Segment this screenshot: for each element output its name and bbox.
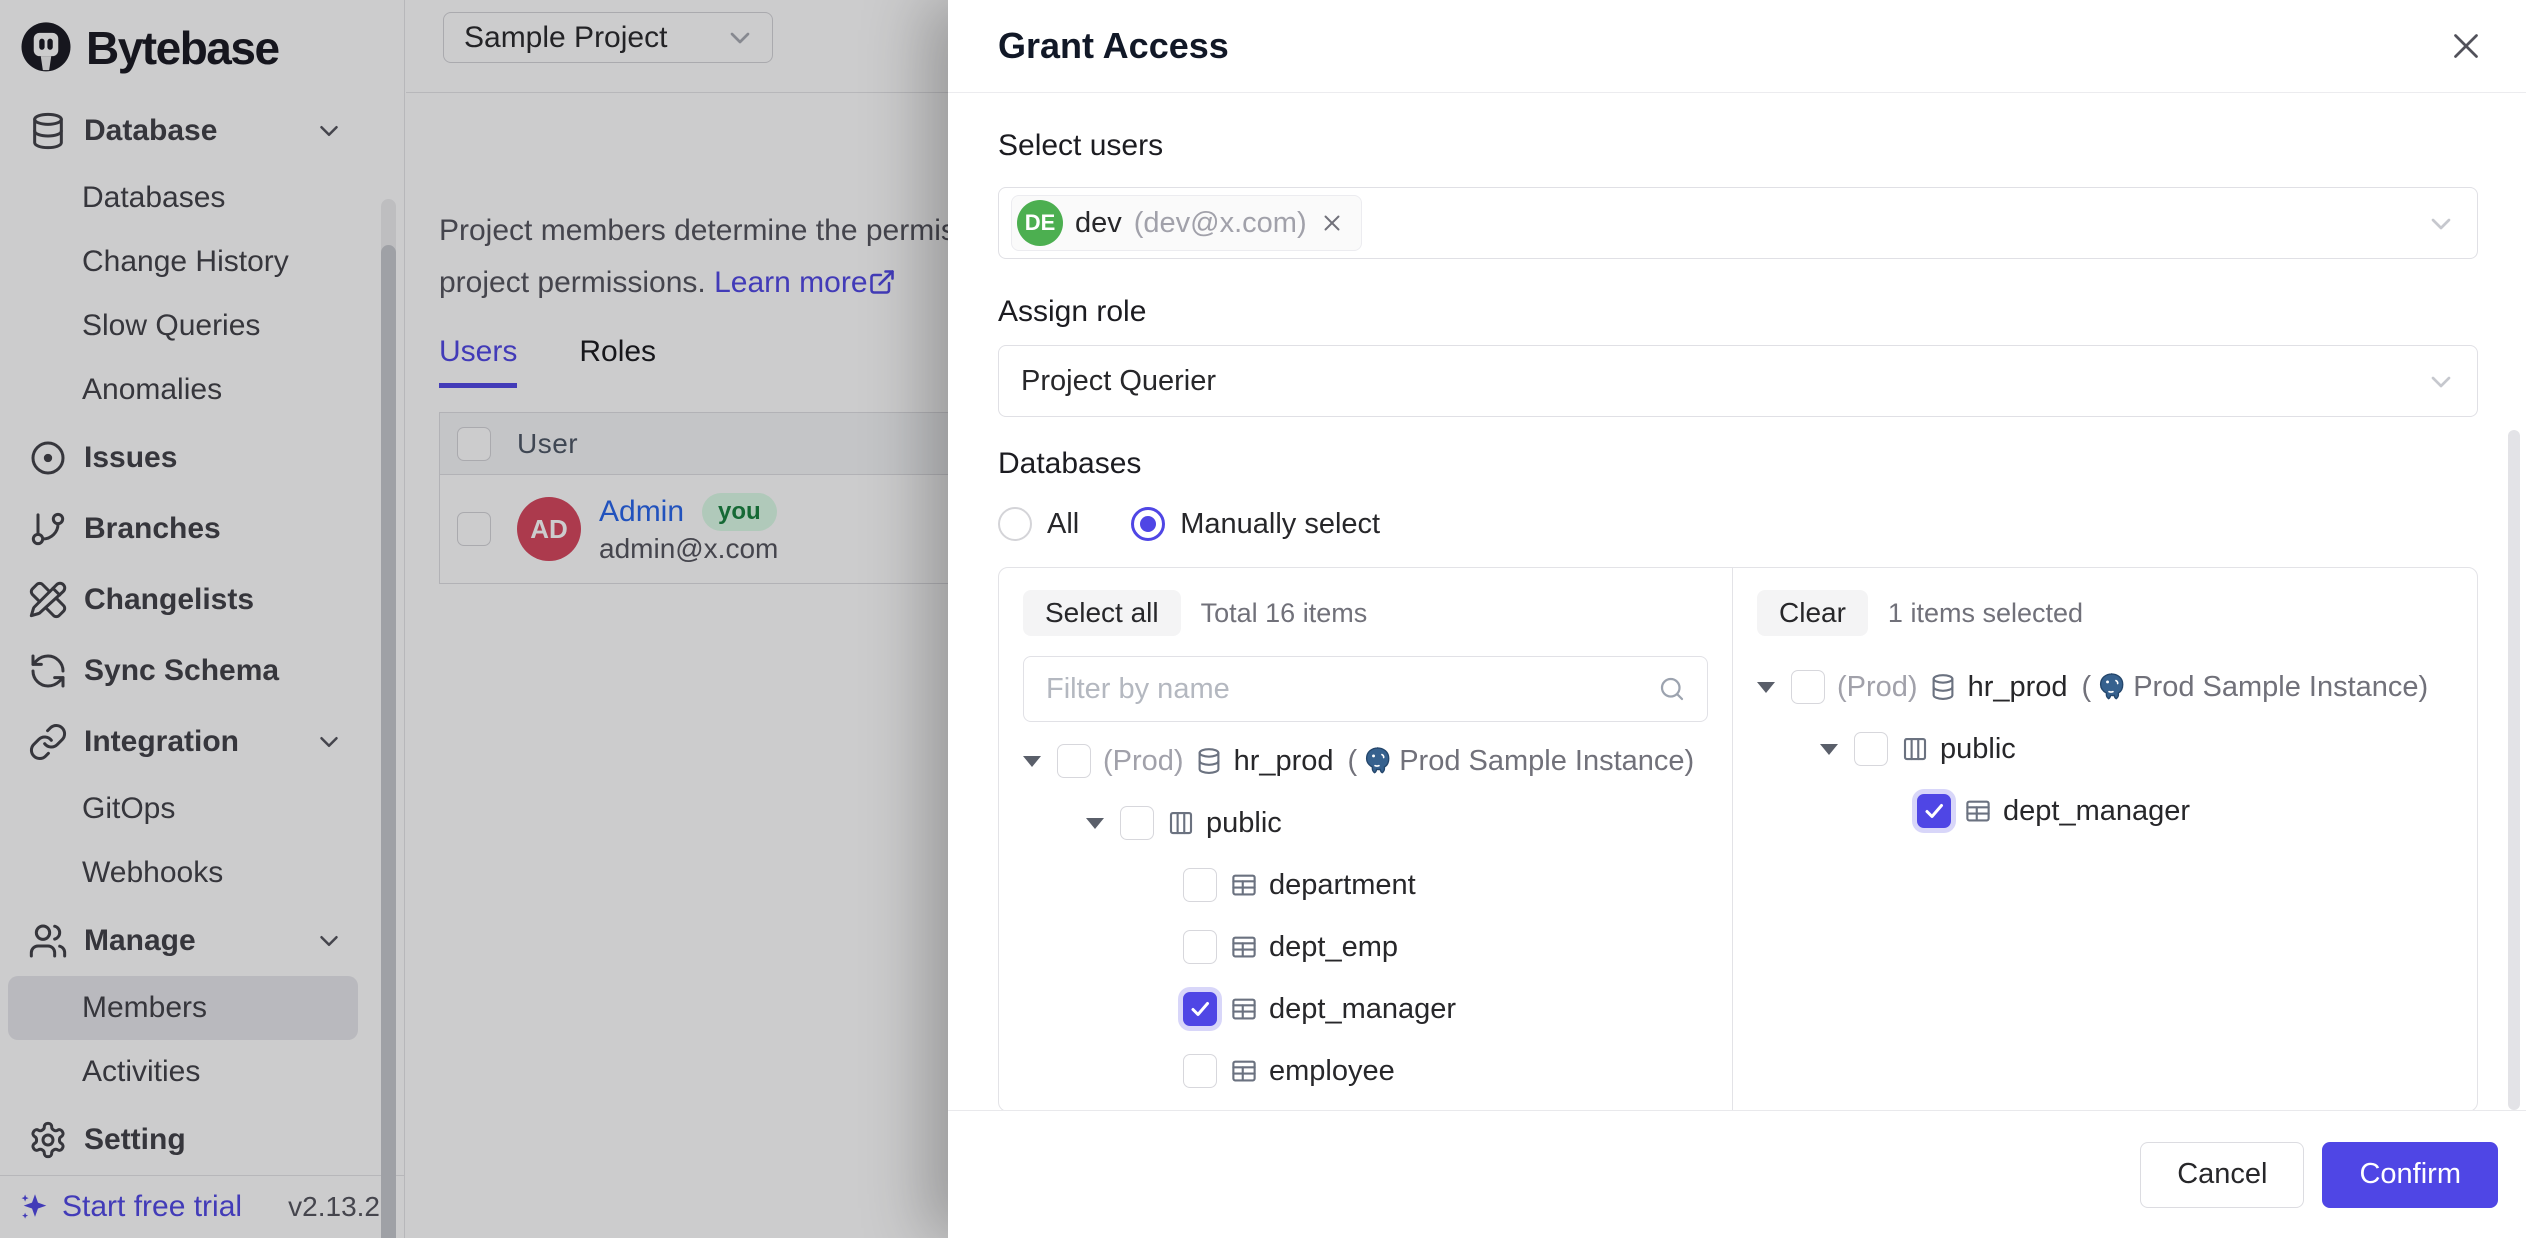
modal-header: Grant Access <box>948 0 2526 93</box>
table-icon <box>1229 994 1259 1024</box>
target-tree: (Prod) hr_prod ( Prod Sample Instance) <box>1733 656 2477 842</box>
filter-input[interactable]: Filter by name <box>1023 656 1708 722</box>
filter-placeholder: Filter by name <box>1046 673 1230 706</box>
avatar: DE <box>1017 200 1063 246</box>
assign-role-label: Assign role <box>998 295 2478 329</box>
clear-button[interactable]: Clear <box>1757 590 1868 636</box>
role-select-value: Project Querier <box>1021 365 1216 398</box>
tree-row-table[interactable]: dept_manager <box>1149 978 1732 1040</box>
tree-checkbox[interactable] <box>1183 930 1217 964</box>
radio-manually-select[interactable]: Manually select <box>1131 507 1380 541</box>
radio-circle[interactable] <box>998 507 1032 541</box>
chevron-down-icon <box>2425 366 2457 398</box>
postgresql-icon <box>2095 671 2127 703</box>
tree-row-table[interactable]: employee <box>1149 1040 1732 1102</box>
radio-all[interactable]: All <box>998 507 1079 541</box>
transfer-target-panel: Clear 1 items selected (Prod) hr_prod ( … <box>1733 568 2477 1111</box>
expand-arrow-icon[interactable] <box>1757 682 1791 693</box>
schema-icon <box>1900 734 1930 764</box>
user-chip: DE dev (dev@x.com) <box>1011 195 1362 251</box>
close-icon[interactable] <box>2448 28 2484 64</box>
radio-circle-selected[interactable] <box>1131 507 1165 541</box>
grant-access-modal: Grant Access Select users DE dev (dev@x.… <box>948 0 2526 1238</box>
chevron-down-icon <box>2425 208 2457 240</box>
tree-checkbox[interactable] <box>1057 744 1091 778</box>
tree-checkbox[interactable] <box>1791 670 1825 704</box>
expand-arrow-icon[interactable] <box>1086 818 1120 829</box>
cancel-button[interactable]: Cancel <box>2140 1142 2304 1208</box>
modal-scrollbar-thumb[interactable] <box>2508 430 2520 1110</box>
tree-row-instance[interactable]: (Prod) hr_prod ( Prod Sample Instance) <box>1757 656 2477 718</box>
user-multiselect[interactable]: DE dev (dev@x.com) <box>998 187 2478 259</box>
tree-row-schema[interactable]: public <box>1820 718 2477 780</box>
modal-footer: Cancel Confirm <box>948 1110 2526 1238</box>
tree-checkbox-checked[interactable] <box>1917 794 1951 828</box>
schema-icon <box>1166 808 1196 838</box>
tree-row-table[interactable]: dept_emp <box>1149 916 1732 978</box>
table-icon <box>1229 1056 1259 1086</box>
selected-items-label: 1 items selected <box>1888 598 2083 629</box>
remove-chip-icon[interactable] <box>1319 210 1345 236</box>
confirm-button[interactable]: Confirm <box>2322 1142 2498 1208</box>
tree-checkbox-checked[interactable] <box>1183 992 1217 1026</box>
select-users-label: Select users <box>998 129 2478 163</box>
modal-body: Select users DE dev (dev@x.com) Assign r… <box>948 129 2526 1112</box>
tree-row-schema[interactable]: public <box>1086 792 1732 854</box>
tree-row-table[interactable]: dept_manager <box>1883 780 2477 842</box>
search-icon <box>1657 674 1687 704</box>
modal-title: Grant Access <box>998 25 1229 67</box>
total-items-label: Total 16 items <box>1201 598 1368 629</box>
transfer-source-panel: Select all Total 16 items Filter by name… <box>999 568 1733 1111</box>
database-icon <box>1194 746 1224 776</box>
tree-checkbox[interactable] <box>1854 732 1888 766</box>
database-icon <box>1928 672 1958 702</box>
database-scope-radios: All Manually select <box>998 507 2478 541</box>
source-tree: (Prod) hr_prod ( Prod Sample Instance) <box>999 730 1732 1102</box>
expand-arrow-icon[interactable] <box>1820 744 1854 755</box>
databases-label: Databases <box>998 447 2478 481</box>
chip-user-name: dev <box>1075 207 1122 240</box>
chip-user-email: (dev@x.com) <box>1134 207 1307 240</box>
role-select[interactable]: Project Querier <box>998 345 2478 417</box>
table-icon <box>1229 932 1259 962</box>
database-transfer: Select all Total 16 items Filter by name… <box>998 567 2478 1112</box>
expand-arrow-icon[interactable] <box>1023 756 1057 767</box>
table-icon <box>1963 796 1993 826</box>
tree-checkbox[interactable] <box>1120 806 1154 840</box>
tree-row-instance[interactable]: (Prod) hr_prod ( Prod Sample Instance) <box>1023 730 1732 792</box>
tree-row-table[interactable]: department <box>1149 854 1732 916</box>
table-icon <box>1229 870 1259 900</box>
tree-checkbox[interactable] <box>1183 868 1217 902</box>
tree-checkbox[interactable] <box>1183 1054 1217 1088</box>
postgresql-icon <box>1361 745 1393 777</box>
select-all-button[interactable]: Select all <box>1023 590 1181 636</box>
